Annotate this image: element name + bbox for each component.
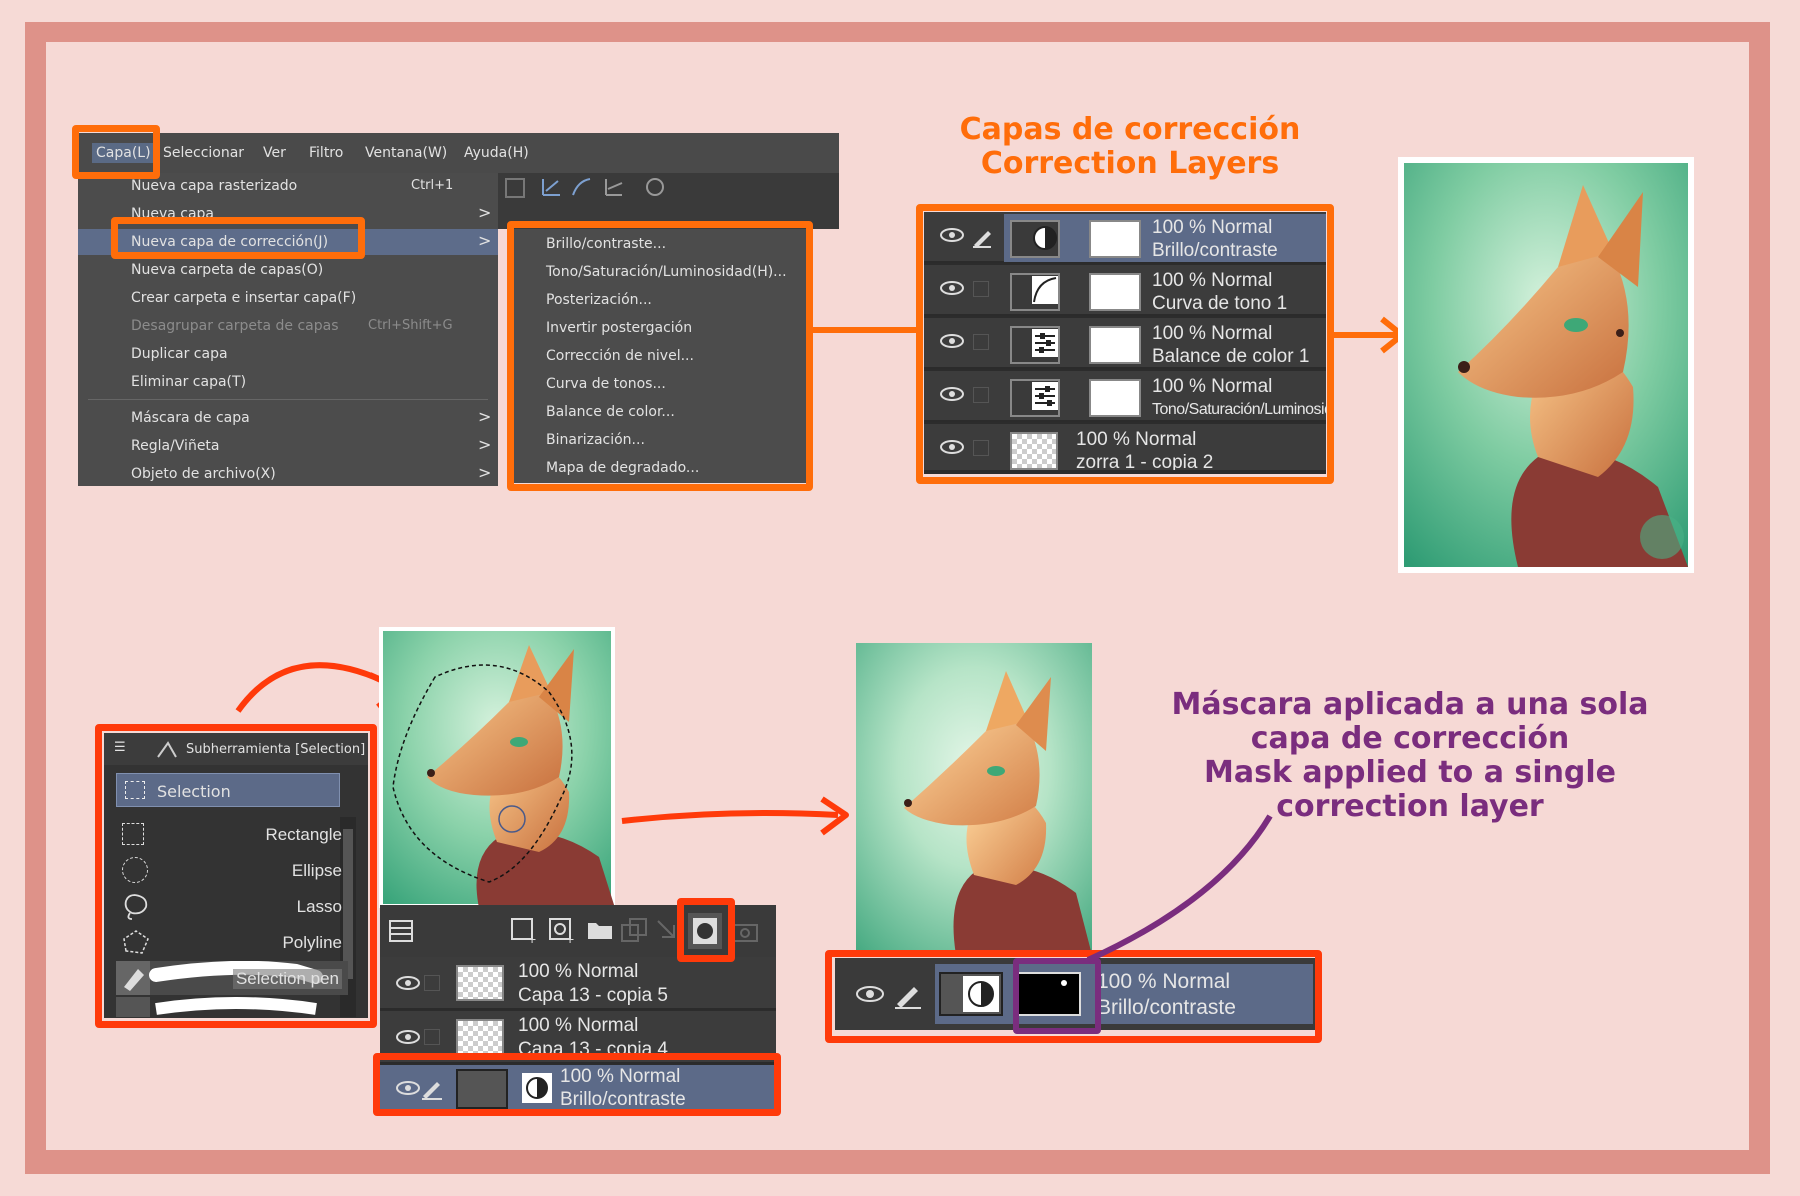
- layer-row[interactable]: 100 % Normal Capa 13 - copia 5: [380, 957, 776, 1010]
- new-folder-icon[interactable]: [586, 917, 616, 945]
- fox-illustration-large: [1398, 157, 1694, 573]
- layer-thumb: [456, 965, 504, 1001]
- layer-mode: 100 % Normal: [518, 1015, 639, 1036]
- title-correction: Capas de corrección Correction Layers: [940, 113, 1320, 181]
- menu-ver[interactable]: Ver: [263, 145, 286, 161]
- menu-filtro[interactable]: Filtro: [309, 145, 343, 161]
- menu-bar: Capa(L) Seleccionar Ver Filtro Ventana(W…: [75, 133, 839, 173]
- menu-divider: [88, 399, 488, 400]
- mask-note-line-4: correction layer: [1276, 789, 1544, 824]
- menu-item-duplicar[interactable]: Duplicar capa: [78, 341, 498, 367]
- fox-image: [383, 631, 615, 908]
- lock-checkbox[interactable]: [424, 975, 440, 991]
- mask-note-line-3: Mask applied to a single: [1203, 755, 1617, 790]
- fox-illustration-masked: [856, 643, 1092, 955]
- title-line-2: Correction Layers: [980, 146, 1280, 181]
- mask-note-line-1: Máscara aplicada a una sola: [1171, 687, 1649, 722]
- menu-ayuda[interactable]: Ayuda(H): [464, 145, 529, 161]
- eye-icon[interactable]: [396, 1029, 420, 1045]
- menu-item-nueva-carpeta[interactable]: Nueva carpeta de capas(O): [78, 257, 498, 283]
- layer-property-icon[interactable]: [388, 919, 414, 943]
- arrow-right-red: [621, 796, 849, 836]
- purple-pointer-line: [1086, 814, 1273, 963]
- svg-text:+: +: [528, 931, 536, 945]
- menu-item-desagrupar: Desagrupar carpeta de capas Ctrl+Shift+G: [131, 318, 453, 334]
- menu-item-mascara[interactable]: Máscara de capa >: [78, 405, 498, 431]
- menu-item-objeto-archivo[interactable]: Objeto de archivo(X) >: [78, 461, 498, 487]
- menu-item-crear-carpeta[interactable]: Crear carpeta e insertar capa(F): [78, 285, 498, 311]
- layer-mode: 100 % Normal: [518, 961, 639, 982]
- layer-thumb: [456, 1019, 504, 1055]
- fox-image: [856, 643, 1092, 955]
- menu-seleccionar[interactable]: Seleccionar: [163, 145, 244, 161]
- eye-icon[interactable]: [396, 975, 420, 991]
- highlight-layers-top: [916, 204, 1334, 484]
- title-line-1: Capas de corrección: [959, 112, 1301, 147]
- mask-note: Máscara aplicada a una sola capa de corr…: [1170, 688, 1650, 824]
- layer-name: Capa 13 - copia 5: [518, 985, 668, 1006]
- new-vector-layer-icon[interactable]: +: [548, 917, 578, 945]
- mask-note-line-2: capa de corrección: [1250, 721, 1570, 756]
- fox-image: [1404, 163, 1688, 567]
- highlight-capa-menu: [72, 125, 160, 179]
- highlight-submenu: [507, 221, 813, 491]
- new-raster-layer-icon[interactable]: +: [510, 917, 540, 945]
- highlight-subtool: [95, 724, 377, 1028]
- highlight-mask-button: [677, 898, 735, 962]
- menu-item-regla[interactable]: Regla/Viñeta >: [78, 433, 498, 459]
- highlight-bottom-layer: [373, 1053, 781, 1116]
- highlight-correccion-item: [111, 217, 365, 259]
- lock-checkbox[interactable]: [424, 1029, 440, 1045]
- svg-text:+: +: [566, 931, 574, 945]
- menu-ventana[interactable]: Ventana(W): [365, 145, 447, 161]
- menu-item-eliminar[interactable]: Eliminar capa(T): [78, 369, 498, 395]
- connector-line: [812, 327, 922, 333]
- fox-illustration-selection: [379, 627, 615, 908]
- copy-layer-icon: [621, 918, 647, 942]
